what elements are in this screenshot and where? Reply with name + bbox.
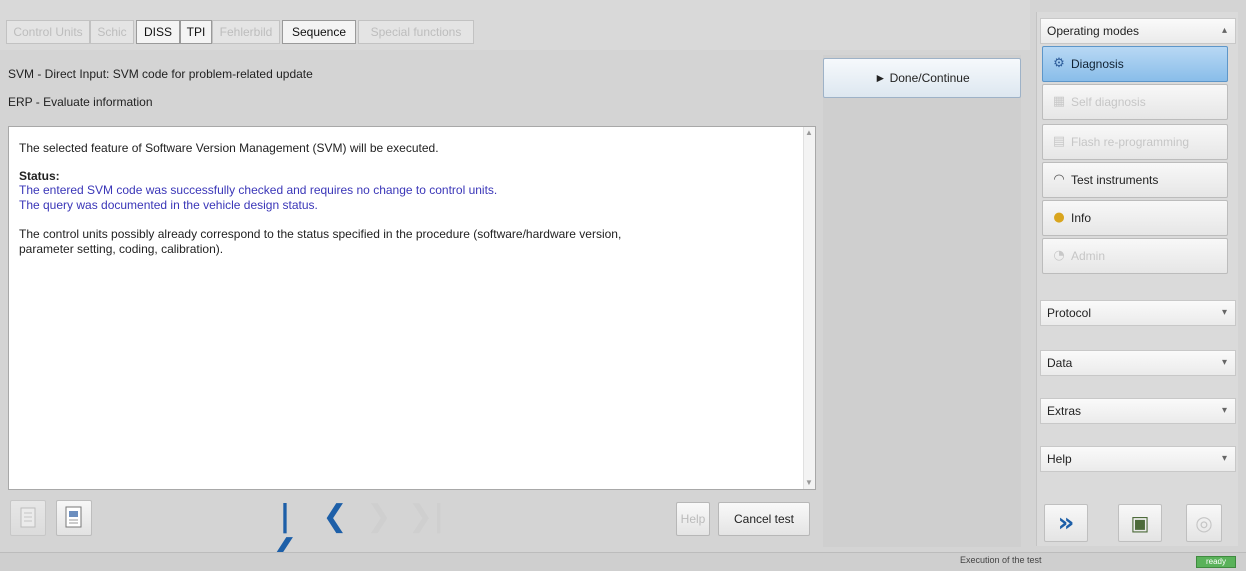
message-panel: ▲ ▼ The selected feature of Software Ver… [8,126,816,490]
print-preview-icon [65,506,82,528]
tab-diss[interactable]: DISS [136,20,180,44]
mode-self-diagnosis-button[interactable]: ▦ Self diagnosis [1042,84,1228,120]
forward-button[interactable]: » [1044,504,1088,542]
tab-schic[interactable]: Schic [90,20,134,44]
expand-icon[interactable]: ▾ [1222,301,1227,325]
test-instruments-icon: ◠ [1053,172,1065,187]
message-intro: The selected feature of Software Version… [19,141,439,155]
data-label: Data [1047,356,1073,370]
action-column [823,55,1021,547]
mode-info-label: Info [1071,211,1092,225]
status-line-1: The entered SVM code was successfully ch… [19,183,498,197]
diagnosis-icon: ⚙ [1053,56,1065,71]
header-line-2: ERP - Evaluate information [8,95,153,109]
last-page-icon[interactable]: ❯| [408,500,444,536]
expand-icon[interactable]: ▾ [1222,351,1227,375]
mode-info-button[interactable]: ● Info [1042,200,1228,236]
mode-self-diagnosis-label: Self diagnosis [1071,95,1146,109]
mode-flash-label: Flash re-programming [1071,135,1190,149]
protocol-section-header[interactable]: Protocol ▾ [1040,300,1236,326]
mode-flash-button[interactable]: ▤ Flash re-programming [1042,124,1228,160]
disc-button[interactable]: ◎ [1186,504,1222,542]
status-label: Status: [19,169,60,183]
flash-icon: ▤ [1052,134,1066,149]
admin-icon: ◔ [1053,248,1065,263]
mode-admin-button[interactable]: ◔ Admin [1042,238,1228,274]
status-bar [0,552,1246,571]
vertical-scrollbar[interactable]: ▲ ▼ [803,127,815,489]
status-text: Execution of the test [960,555,1042,565]
help-button[interactable]: Help [676,502,710,536]
document-icon [20,507,36,528]
mode-diagnosis-button[interactable]: ⚙ Diagnosis [1042,46,1228,82]
tab-fehlerbild[interactable]: Fehlerbild [212,20,280,44]
tab-special-functions[interactable]: Special functions [358,20,474,44]
mode-test-instruments-button[interactable]: ◠ Test instruments [1042,162,1228,198]
status-indicator: ready [1196,556,1236,568]
operating-modes-header[interactable]: Operating modes ▴ [1040,18,1236,44]
document-button[interactable] [10,500,46,536]
info-icon: ● [1053,210,1065,225]
print-preview-button[interactable] [56,500,92,536]
mode-diagnosis-label: Diagnosis [1071,57,1124,71]
tab-tpi[interactable]: TPI [180,20,212,44]
help-section-header[interactable]: Help ▾ [1040,446,1236,472]
next-page-icon[interactable]: ❯ [362,500,396,536]
previous-page-icon[interactable]: ❮ [318,500,352,536]
tab-control-units[interactable]: Control Units [6,20,90,44]
mode-test-instruments-label: Test instruments [1071,173,1159,187]
help-label: Help [1047,452,1072,466]
note-line-2: parameter setting, coding, calibration). [19,242,224,256]
collapse-icon[interactable]: ▴ [1222,19,1227,43]
extras-section-header[interactable]: Extras ▾ [1040,398,1236,424]
scroll-down-icon[interactable]: ▼ [805,479,813,487]
tab-bar: Control Units Schic DISS TPI Fehlerbild … [0,0,1030,50]
expand-icon[interactable]: ▾ [1222,447,1227,471]
expand-icon[interactable]: ▾ [1222,399,1227,423]
header-line-1: SVM - Direct Input: SVM code for problem… [8,67,313,81]
first-page-icon[interactable]: |❮ [268,500,302,568]
done-continue-button[interactable]: ► Done/Continue [823,58,1021,98]
extras-label: Extras [1047,404,1082,418]
self-diagnosis-icon: ▦ [1052,94,1066,109]
screenshot-button[interactable]: ▣ [1118,504,1162,542]
data-section-header[interactable]: Data ▾ [1040,350,1236,376]
tab-sequence[interactable]: Sequence [282,20,356,44]
scroll-up-icon[interactable]: ▲ [805,129,813,137]
note-line-1: The control units possibly already corre… [19,227,622,241]
protocol-label: Protocol [1047,306,1092,320]
mode-admin-label: Admin [1071,249,1106,263]
operating-modes-title: Operating modes [1047,24,1140,38]
status-line-2: The query was documented in the vehicle … [19,198,318,212]
cancel-test-button[interactable]: Cancel test [718,502,810,536]
